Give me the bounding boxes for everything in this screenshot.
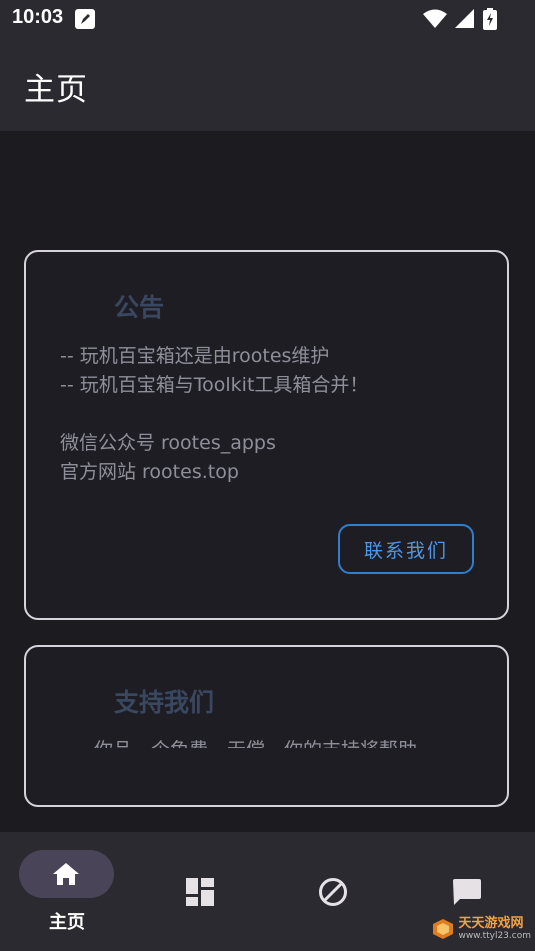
battery-charging-icon <box>483 8 497 34</box>
nav-item-block[interactable] <box>267 832 401 951</box>
status-icons <box>423 8 497 34</box>
notice-line: -- 玩机百宝箱还是由rootes维护 <box>60 345 330 367</box>
support-title: 支持我们 <box>114 688 215 717</box>
notice-card: 公告 -- 玩机百宝箱还是由rootes维护 -- 玩机百宝箱与Toolkit工… <box>24 250 509 620</box>
block-icon <box>318 877 348 911</box>
notice-line: 微信公众号 rootes_apps <box>60 432 276 454</box>
contact-us-button[interactable]: 联系我们 <box>338 524 474 574</box>
status-time: 10:03 <box>12 6 64 28</box>
wifi-icon <box>423 9 447 33</box>
bottom-navigation: 主页 天天游戏网 www.ttyl23.com <box>0 832 535 951</box>
edit-notification-icon <box>74 8 96 34</box>
notice-line: 官方网站 rootes.top <box>60 461 239 483</box>
page-title: 主页 <box>24 72 88 108</box>
signal-icon <box>455 9 475 33</box>
watermark-logo-icon <box>433 919 454 939</box>
support-card[interactable]: 支持我们 你品一个免费，无偿，你的支持将帮助 <box>24 645 509 807</box>
notice-line: -- 玩机百宝箱与Toolkit工具箱合并！ <box>60 374 369 396</box>
nav-label-home: 主页 <box>49 912 85 933</box>
home-icon <box>52 862 80 890</box>
notice-title: 公告 <box>114 293 165 322</box>
message-icon <box>452 877 482 911</box>
status-bar: 10:03 <box>0 0 535 36</box>
watermark-brand: 天天游戏网 <box>458 916 524 931</box>
watermark-url: www.ttyl23.com <box>458 931 531 941</box>
nav-item-home[interactable]: 主页 <box>0 832 134 951</box>
nav-item-dashboard[interactable] <box>134 832 268 951</box>
dashboard-icon <box>186 878 214 910</box>
support-text: 你品一个免费，无偿，你的支持将帮助 <box>94 739 417 748</box>
watermark: 天天游戏网 www.ttyl23.com <box>432 917 531 941</box>
notice-content: -- 玩机百宝箱还是由rootes维护 -- 玩机百宝箱与Toolkit工具箱合… <box>60 342 368 487</box>
app-bar: 主页 <box>0 36 535 131</box>
